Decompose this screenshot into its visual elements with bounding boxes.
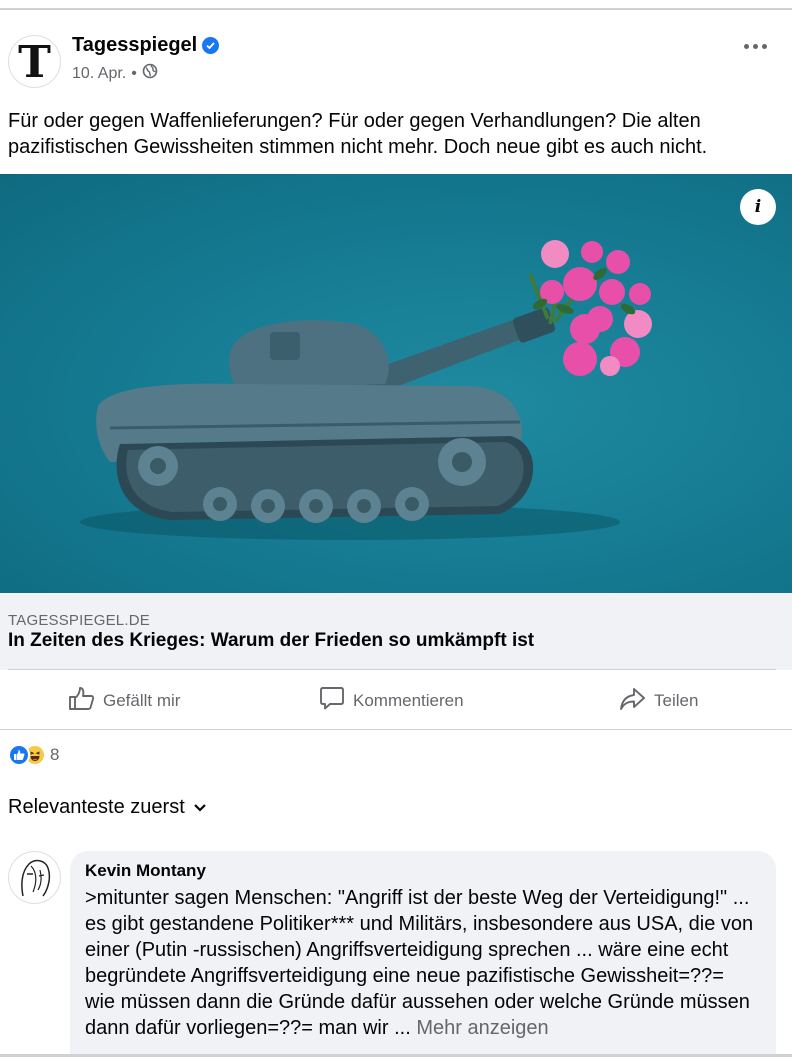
reactions-summary[interactable]: 8 (8, 744, 59, 766)
top-divider (0, 8, 792, 10)
post-actions-bar: Gefällt mir Kommentieren Teilen (0, 678, 792, 724)
page-name[interactable]: Tagesspiegel (72, 34, 220, 57)
info-button[interactable]: i (740, 189, 776, 225)
page-avatar[interactable]: T (8, 35, 61, 88)
link-title[interactable]: In Zeiten des Krieges: Warum der Frieden… (8, 630, 534, 652)
comment-text: >mitunter sagen Menschen: "Angriff ist d… (85, 885, 755, 1041)
tank-with-flowers-illustration (80, 240, 652, 540)
share-arrow-icon (619, 687, 646, 716)
sort-label: Relevanteste zuerst (8, 796, 185, 818)
post-meta: 10. Apr. • (72, 63, 158, 84)
show-more-link[interactable]: Mehr anzeigen (416, 1017, 548, 1039)
comment-bubble-icon (319, 686, 345, 716)
link-domain: TAGESSPIEGEL.DE (8, 612, 150, 629)
page-name-label[interactable]: Tagesspiegel (72, 34, 197, 57)
post-date[interactable]: 10. Apr. (72, 65, 126, 83)
divider (8, 669, 776, 670)
like-reaction-icon (8, 744, 30, 766)
comment-author[interactable]: Kevin Montany (85, 861, 206, 881)
comment-ellipsis: ... (394, 1017, 411, 1039)
commenter-avatar[interactable] (8, 851, 61, 904)
more-options-icon[interactable] (744, 40, 772, 52)
chevron-down-icon (193, 796, 207, 819)
thumbs-up-icon (68, 686, 95, 716)
globe-icon (142, 63, 158, 84)
comment-sort-dropdown[interactable]: Relevanteste zuerst (8, 796, 207, 819)
comment-button[interactable]: Kommentieren (319, 678, 464, 724)
link-preview-image[interactable] (0, 174, 792, 593)
share-label: Teilen (654, 691, 699, 710)
like-button[interactable]: Gefällt mir (68, 678, 180, 724)
avatar-logo-letter: T (18, 36, 51, 88)
verified-badge-icon (202, 37, 220, 54)
like-label: Gefällt mir (103, 691, 181, 710)
share-button[interactable]: Teilen (619, 678, 698, 724)
comment-label: Kommentieren (353, 691, 464, 710)
reaction-count: 8 (50, 745, 60, 764)
post-text: Für oder gegen Waffenlieferungen? Für od… (8, 110, 708, 158)
divider (0, 729, 792, 730)
meta-separator: • (131, 64, 137, 82)
